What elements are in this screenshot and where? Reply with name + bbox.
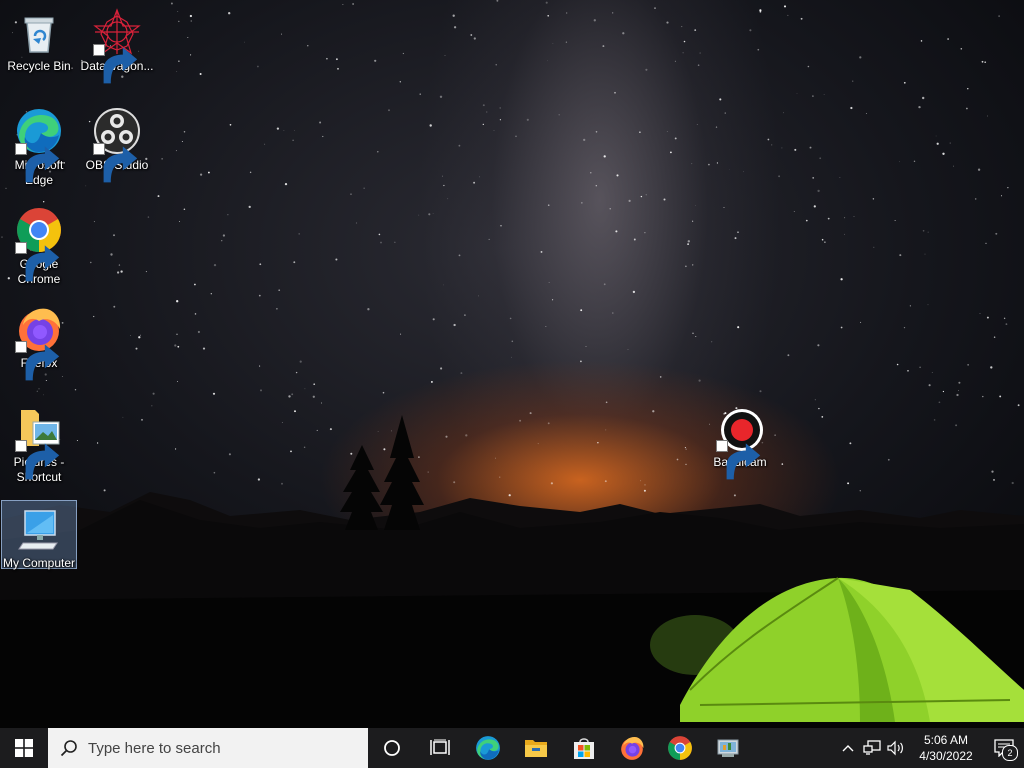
desktop-icon-datawagon[interactable]: DataWagon... — [79, 4, 155, 84]
desktop-icon-label: Recycle Bin — [7, 59, 71, 73]
desktop-icon-microsoft-edge[interactable]: Microsoft Edge — [1, 103, 77, 188]
taskbar: Type here to search 5:06 AM 4/30/2022 2 — [0, 728, 1024, 768]
taskbar-control-panel-button[interactable] — [704, 728, 752, 768]
network-button[interactable] — [860, 728, 884, 768]
firefox-icon — [15, 305, 63, 381]
network-icon — [863, 740, 881, 755]
desktop-icon-obs-studio[interactable]: OBS Studio — [79, 103, 155, 183]
desktop-icon-google-chrome[interactable]: Google Chrome — [1, 202, 77, 287]
volume-button[interactable] — [884, 728, 908, 768]
start-button[interactable] — [0, 728, 48, 768]
action-center-button[interactable]: 2 — [984, 728, 1024, 768]
obs-icon — [93, 107, 141, 183]
pictures-folder-icon — [15, 404, 63, 480]
windows-logo-icon — [15, 739, 33, 757]
show-hidden-icons-button[interactable] — [836, 728, 860, 768]
shortcut-arrow-icon — [716, 440, 761, 480]
taskbar-microsoft-store-button[interactable] — [560, 728, 608, 768]
computer-icon — [15, 505, 63, 553]
shortcut-arrow-icon — [15, 341, 60, 381]
shortcut-arrow-icon — [15, 440, 60, 480]
chrome-icon — [15, 206, 63, 282]
clock-date: 4/30/2022 — [919, 749, 973, 763]
clock-time: 5:06 AM — [923, 733, 969, 747]
task-view-icon — [430, 739, 450, 755]
system-tray: 5:06 AM 4/30/2022 2 — [836, 728, 1024, 768]
taskbar-firefox-button[interactable] — [608, 728, 656, 768]
chevron-up-icon — [842, 745, 854, 752]
firefox-icon — [621, 736, 644, 760]
chrome-icon — [668, 736, 692, 760]
shortcut-arrow-icon — [93, 44, 138, 84]
notification-count-badge: 2 — [1002, 745, 1018, 761]
desktop-icon-pictures-shortcut[interactable]: Pictures - Shortcut — [1, 400, 77, 485]
edge-icon — [15, 107, 63, 183]
desktop-icon-firefox[interactable]: Firefox — [1, 301, 77, 381]
desktop-icon-label: My Computer — [2, 556, 76, 570]
edge-icon — [476, 736, 500, 760]
taskbar-search-box[interactable]: Type here to search — [48, 728, 368, 768]
taskbar-file-explorer-button[interactable] — [512, 728, 560, 768]
bandicam-icon — [716, 404, 764, 480]
recycle-bin-icon — [15, 8, 63, 56]
microsoft-store-icon — [574, 738, 594, 759]
clock[interactable]: 5:06 AM 4/30/2022 — [908, 728, 984, 768]
control-panel-icon — [717, 739, 739, 757]
search-icon — [60, 740, 77, 757]
taskbar-chrome-button[interactable] — [656, 728, 704, 768]
speaker-icon — [887, 740, 903, 756]
desktop-icon-recycle-bin[interactable]: Recycle Bin — [1, 4, 77, 74]
file-explorer-icon — [525, 740, 547, 757]
desktop[interactable]: Recycle Bin DataWagon... Microsoft Edge … — [0, 0, 1024, 728]
taskbar-edge-button[interactable] — [464, 728, 512, 768]
search-placeholder: Type here to search — [88, 739, 221, 757]
desktop-icon-my-computer[interactable]: My Computer — [1, 500, 77, 570]
shortcut-arrow-icon — [93, 143, 138, 183]
task-view-button[interactable] — [416, 728, 464, 768]
shortcut-arrow-icon — [15, 242, 60, 282]
cortana-icon — [384, 740, 400, 756]
datawagon-icon — [93, 8, 141, 84]
shortcut-arrow-icon — [15, 143, 60, 183]
desktop-icon-bandicam[interactable]: Bandicam — [702, 400, 778, 480]
cortana-button[interactable] — [368, 728, 416, 768]
